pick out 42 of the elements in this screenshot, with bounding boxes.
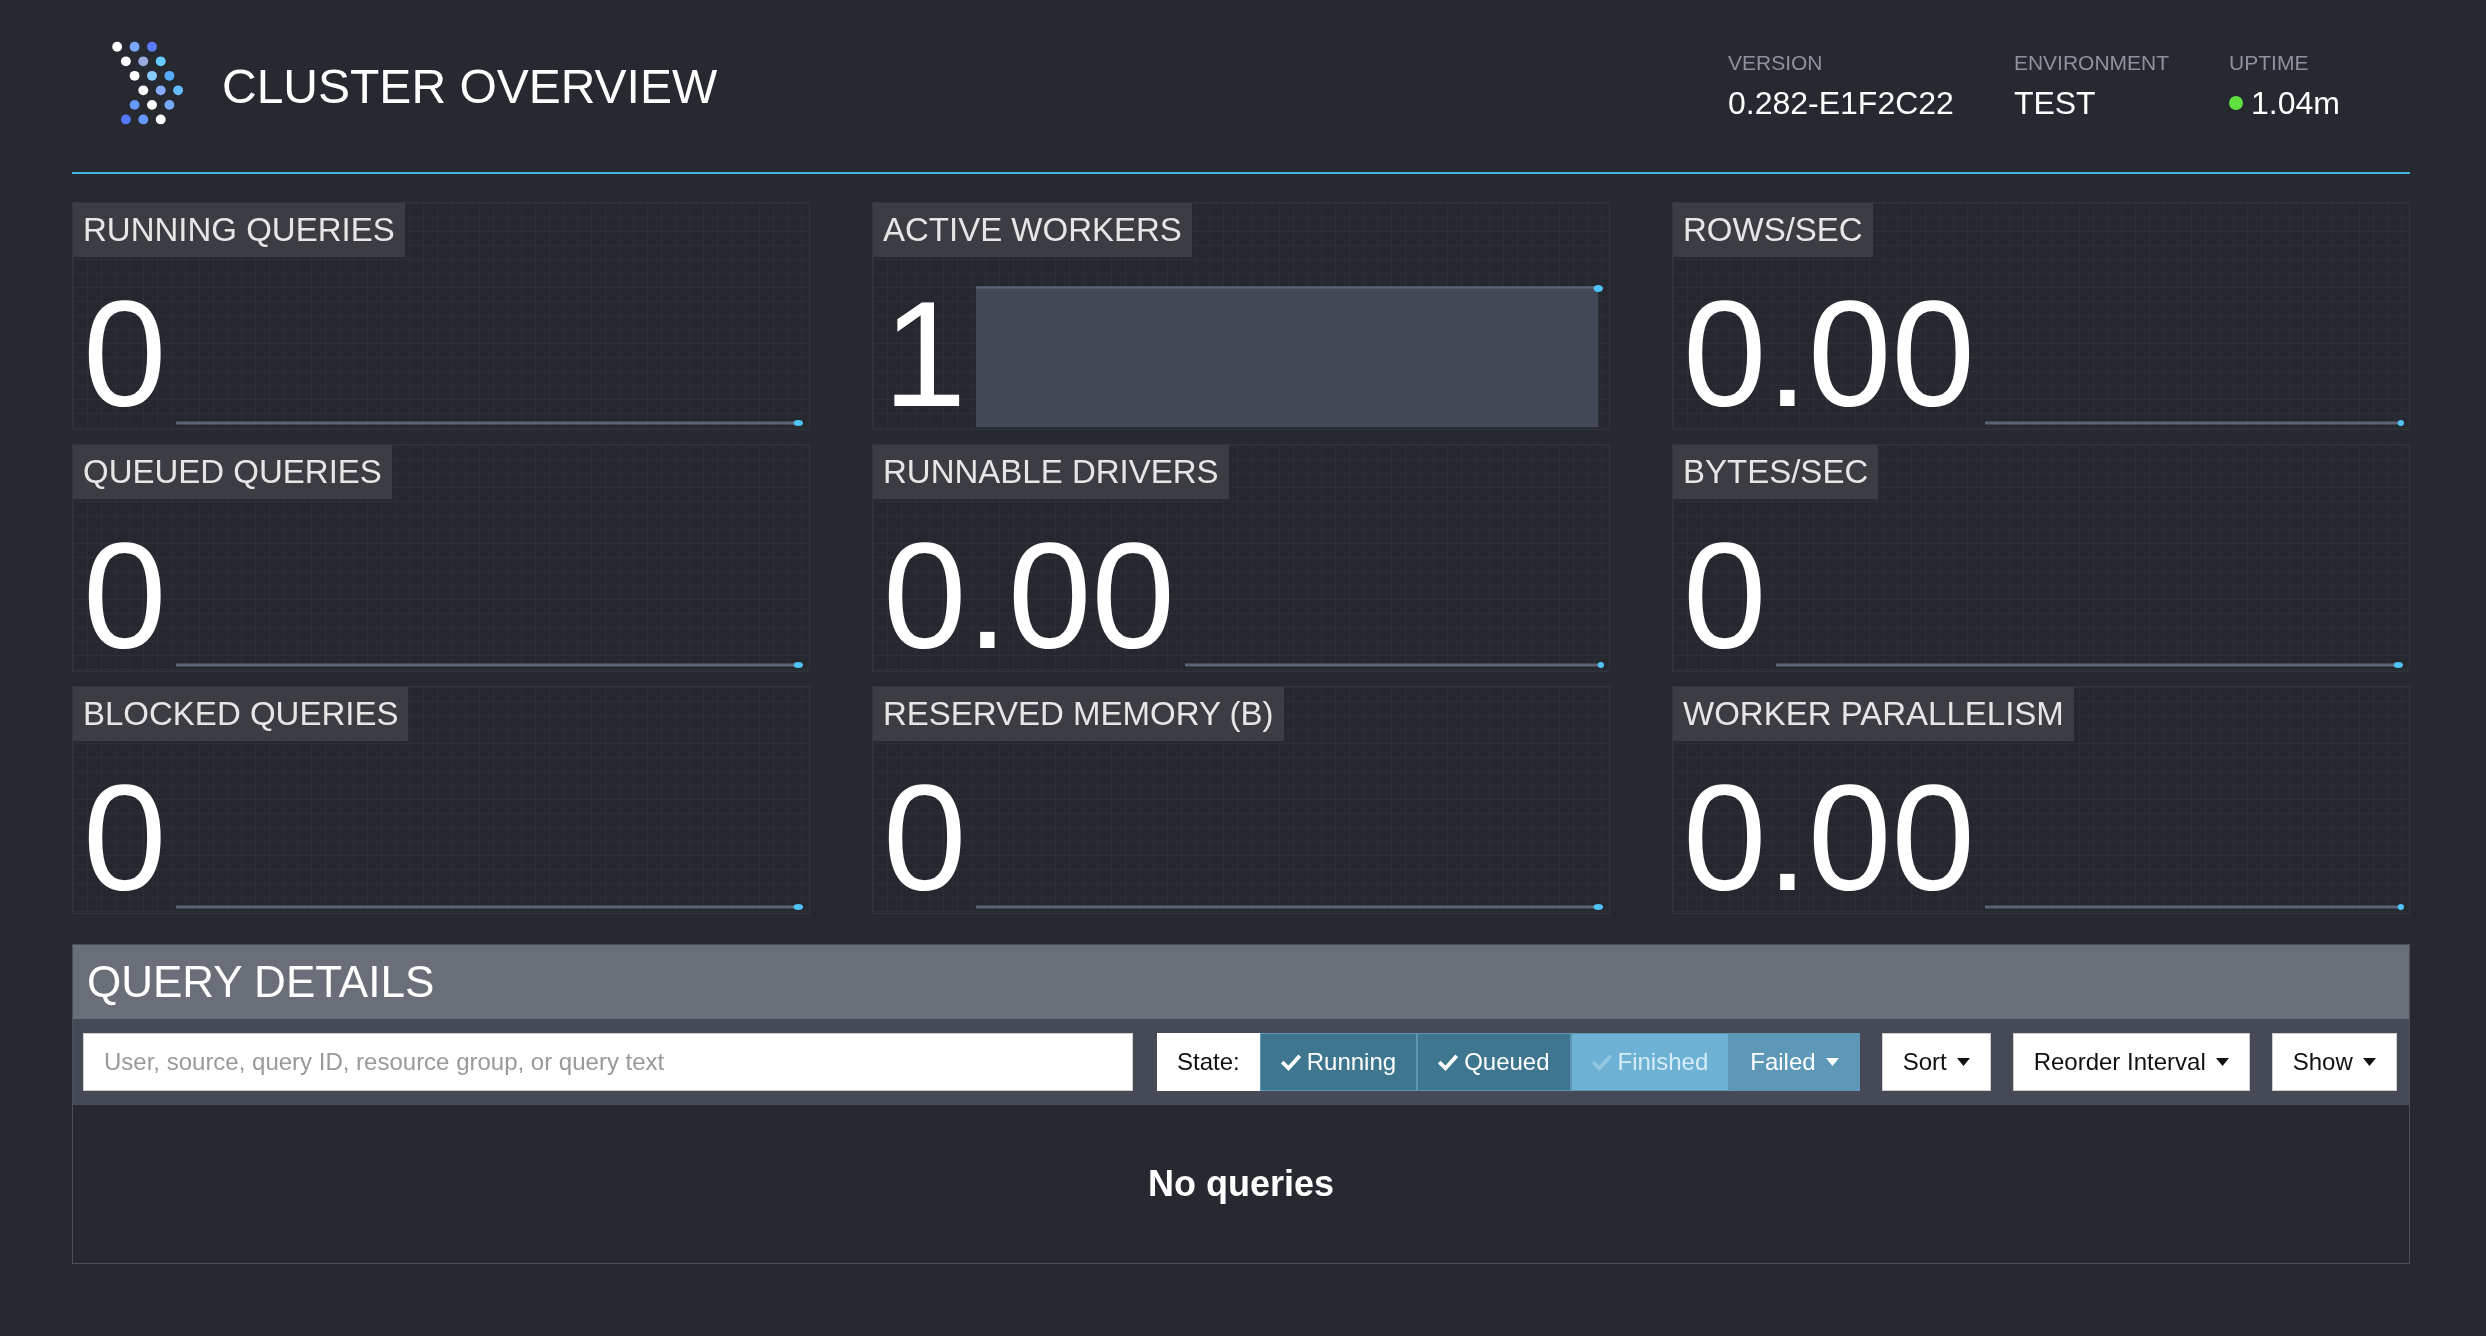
state-filter-button[interactable]: Failed xyxy=(1729,1033,1860,1091)
state-label: State: xyxy=(1157,1033,1260,1091)
page-title: CLUSTER OVERVIEW xyxy=(222,58,718,114)
state-filter-button[interactable]: Running xyxy=(1259,1033,1418,1091)
stat-value: TEST xyxy=(2013,84,2096,122)
caret-icon xyxy=(2215,1058,2229,1066)
caret-icon xyxy=(2362,1058,2376,1066)
state-filter-button[interactable]: Queued xyxy=(1417,1033,1571,1091)
metric-value: 0 xyxy=(82,521,168,671)
section-title: QUERY DETAILS xyxy=(87,957,435,1007)
dropdown-button[interactable]: Sort xyxy=(1881,1033,1991,1091)
stat-label: VERSION xyxy=(1727,50,1824,75)
metric-value: 0.00 xyxy=(1682,763,1976,913)
metric-value: 0 xyxy=(882,763,968,913)
caret-icon xyxy=(1956,1058,1970,1066)
metric-label: ACTIVE WORKERS xyxy=(873,203,1192,257)
stat-label: UPTIME xyxy=(2229,50,2310,75)
empty-message: No queries xyxy=(1147,1163,1334,1205)
caret-icon xyxy=(1825,1058,1839,1066)
metric-label: ROWS/SEC xyxy=(1673,203,1873,257)
metric-value: 0 xyxy=(82,279,168,429)
stat-label: ENVIRONMENT xyxy=(2013,50,2170,75)
check-icon xyxy=(1591,1053,1612,1071)
check-icon xyxy=(1280,1053,1301,1071)
metric-value: 0 xyxy=(1682,521,1768,671)
metric-label: RESERVED MEMORY (B) xyxy=(873,687,1284,741)
metric-label: WORKER PARALLELISM xyxy=(1673,687,2074,741)
check-icon xyxy=(1438,1053,1459,1071)
metric-label: RUNNABLE DRIVERS xyxy=(873,445,1229,499)
metric-value: 1 xyxy=(882,279,968,429)
metric-value: 0 xyxy=(82,763,168,913)
metric-label: RUNNING QUERIES xyxy=(73,203,405,257)
dropdown-button[interactable]: Show xyxy=(2271,1033,2397,1091)
metric-label: BYTES/SEC xyxy=(1673,445,1879,499)
metric-value: 0.00 xyxy=(1682,279,1976,429)
metric-label: BLOCKED QUERIES xyxy=(73,687,409,741)
stat-value: 1.04m xyxy=(2251,84,2340,122)
stat-value: 0.282-E1F2C22 xyxy=(1727,84,1954,122)
metric-value: 0.00 xyxy=(882,521,1176,671)
metric-label: QUEUED QUERIES xyxy=(73,445,392,499)
dropdown-button[interactable]: Reorder Interval xyxy=(2012,1033,2250,1091)
search-field[interactable]: User, source, query ID, resource group, or query text xyxy=(83,1033,1133,1091)
